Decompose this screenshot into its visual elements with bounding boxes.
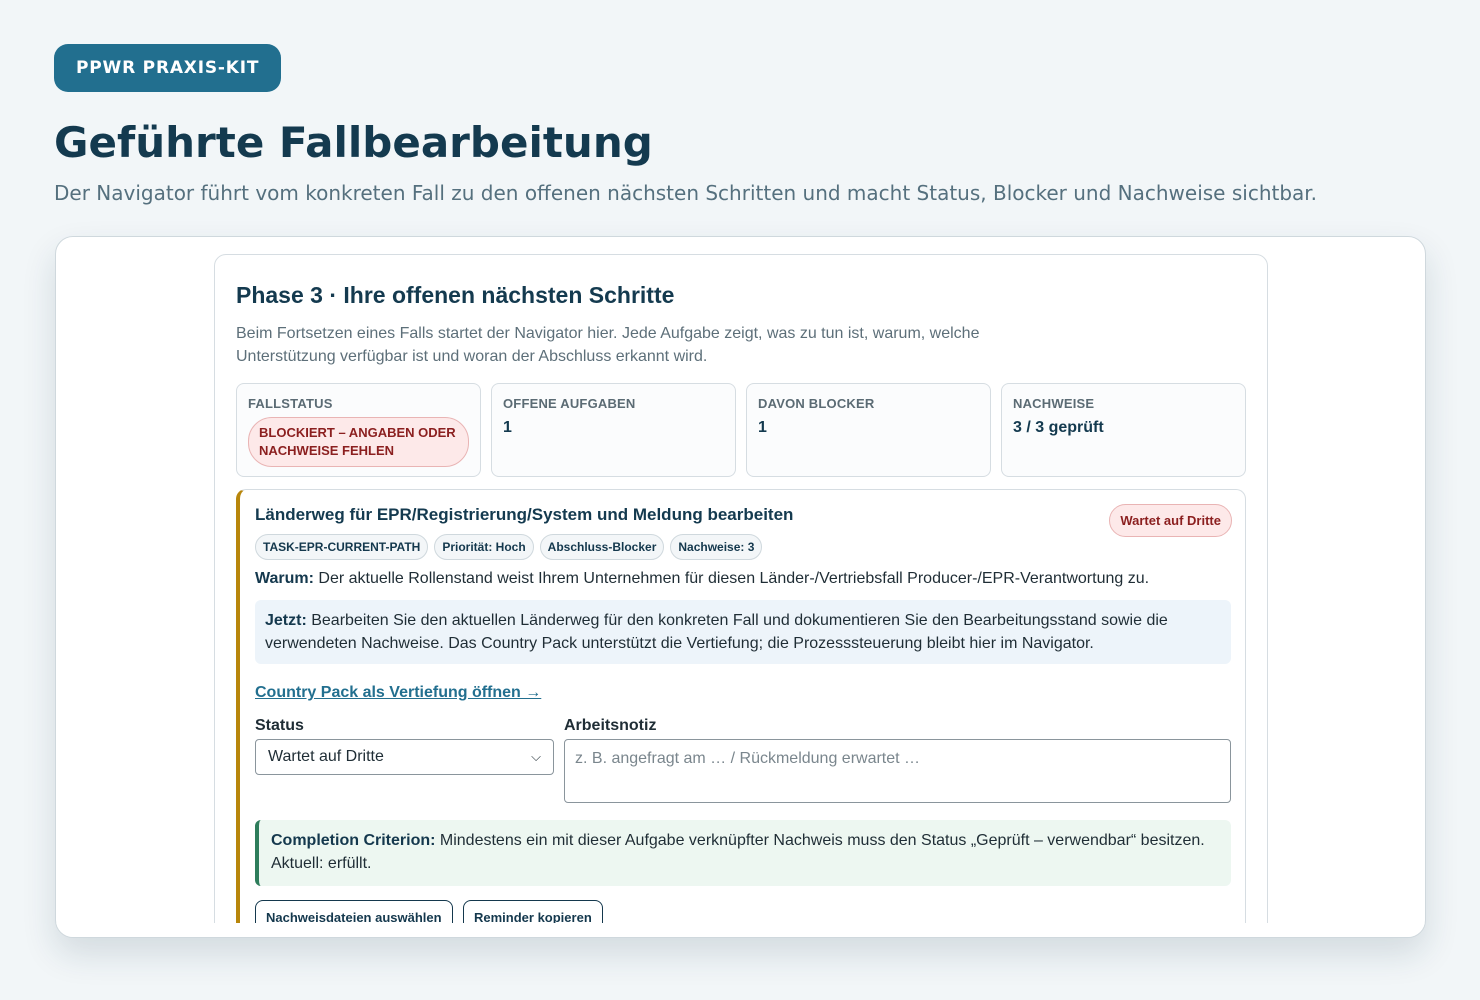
- stat-offene-aufgaben: OFFENE AUFGABEN 1: [491, 383, 736, 477]
- now-label: Jetzt:: [265, 612, 307, 629]
- status-select[interactable]: Wartet auf Dritte ⌵: [255, 739, 554, 775]
- chip-nachweise: Nachweise: 3: [670, 534, 763, 560]
- chevron-down-icon: ⌵: [531, 749, 541, 764]
- stat-label: OFFENE AUFGABEN: [503, 396, 636, 411]
- task-title: Länderweg für EPR/Registrierung/System u…: [255, 505, 794, 524]
- task-now-box: Jetzt: Bearbeiten Sie den aktuellen Länd…: [255, 600, 1231, 664]
- status-badge-blocked: BLOCKIERT – ANGABEN ODER NACHWEISE FEHLE…: [248, 417, 469, 467]
- frame-bottom-edge: [56, 923, 1425, 937]
- now-text: Bearbeiten Sie den aktuellen Länderweg f…: [265, 612, 1168, 652]
- task-why: Warum: Der aktuelle Rollenstand weist Ih…: [255, 570, 1149, 588]
- chip-blocker: Abschluss-Blocker: [539, 534, 665, 560]
- phase-description: Beim Fortsetzen eines Falls startet der …: [236, 325, 980, 365]
- task-chips: TASK-EPR-CURRENT-PATH Priorität: Hoch Ab…: [255, 534, 763, 560]
- phase-panel: Phase 3 · Ihre offenen nächsten Schritte…: [214, 254, 1268, 937]
- phase-title: Phase 3 · Ihre offenen nächsten Schritte: [236, 282, 675, 308]
- completion-criterion-box: Completion Criterion: Mindestens ein mit…: [255, 820, 1231, 886]
- note-placeholder: z. B. angefragt am … / Rückmeldung erwar…: [575, 750, 921, 767]
- stat-value: 1: [503, 419, 512, 436]
- why-label: Warum:: [255, 570, 314, 587]
- note-textarea[interactable]: z. B. angefragt am … / Rückmeldung erwar…: [564, 739, 1231, 803]
- chip-task-id: TASK-EPR-CURRENT-PATH: [255, 534, 429, 560]
- stat-davon-blocker: DAVON BLOCKER 1: [746, 383, 991, 477]
- status-select-value: Wartet auf Dritte: [268, 748, 384, 765]
- task-status-badge: Wartet auf Dritte: [1109, 504, 1232, 537]
- task-card: Länderweg für EPR/Registrierung/System u…: [236, 489, 1246, 937]
- status-label: Status: [255, 717, 304, 734]
- ppwr-praxis-kit-badge: PPWR PRAXIS-KIT: [54, 44, 282, 92]
- stat-label: NACHWEISE: [1013, 396, 1095, 411]
- navigator-frame: Phase 3 · Ihre offenen nächsten Schritte…: [55, 236, 1426, 938]
- stat-label: DAVON BLOCKER: [758, 396, 875, 411]
- stat-value: 3 / 3 geprüft: [1013, 419, 1104, 436]
- country-pack-link[interactable]: Country Pack als Vertiefung öffnen →: [255, 684, 541, 702]
- stat-fallstatus: FALLSTATUS BLOCKIERT – ANGABEN ODER NACH…: [236, 383, 481, 477]
- stat-value: 1: [758, 419, 767, 436]
- page-title: Geführte Fallbearbeitung: [54, 118, 653, 167]
- note-label: Arbeitsnotiz: [564, 717, 657, 734]
- stat-nachweise: NACHWEISE 3 / 3 geprüft: [1001, 383, 1246, 477]
- stat-label: FALLSTATUS: [248, 396, 333, 411]
- criterion-label: Completion Criterion:: [271, 832, 436, 849]
- why-text: Der aktuelle Rollenstand weist Ihrem Unt…: [318, 570, 1150, 587]
- chip-priority: Priorität: Hoch: [434, 534, 534, 560]
- page-subtitle: Der Navigator führt vom konkreten Fall z…: [54, 181, 1318, 205]
